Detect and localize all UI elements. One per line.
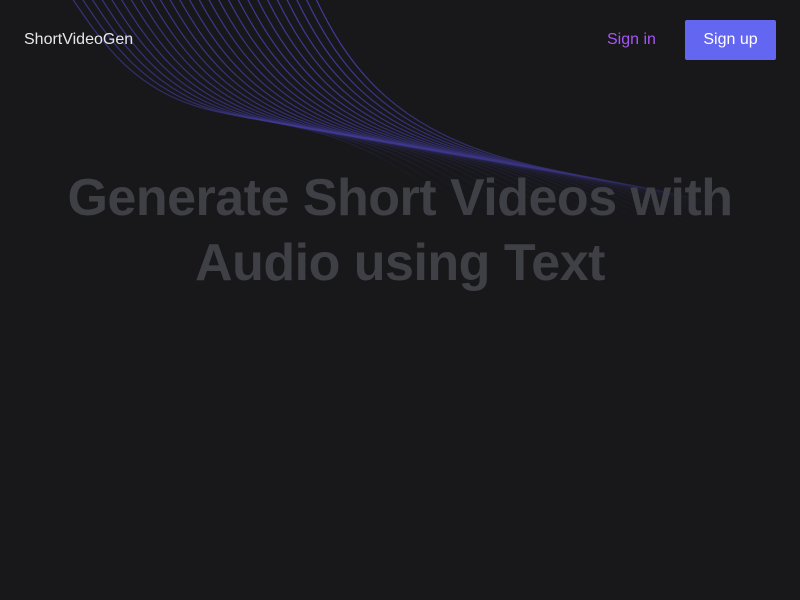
wave-lines-background — [72, 0, 800, 285]
brand-logo-link[interactable]: ShortVideoGen — [24, 30, 133, 50]
sign-up-button[interactable]: Sign up — [685, 20, 776, 60]
hero-title-line-2: Audio using Text — [195, 234, 605, 292]
hero-title: Generate Short Videos with Audio using T… — [0, 166, 800, 296]
landing-page: ShortVideoGen Sign in Sign up Generate S… — [0, 0, 800, 600]
hero-title-line-1: Generate Short Videos with — [67, 169, 733, 227]
hero-section: Generate Short Videos with Audio using T… — [0, 166, 800, 296]
sign-in-link[interactable]: Sign in — [607, 30, 656, 50]
top-navigation: ShortVideoGen Sign in Sign up — [0, 0, 800, 80]
